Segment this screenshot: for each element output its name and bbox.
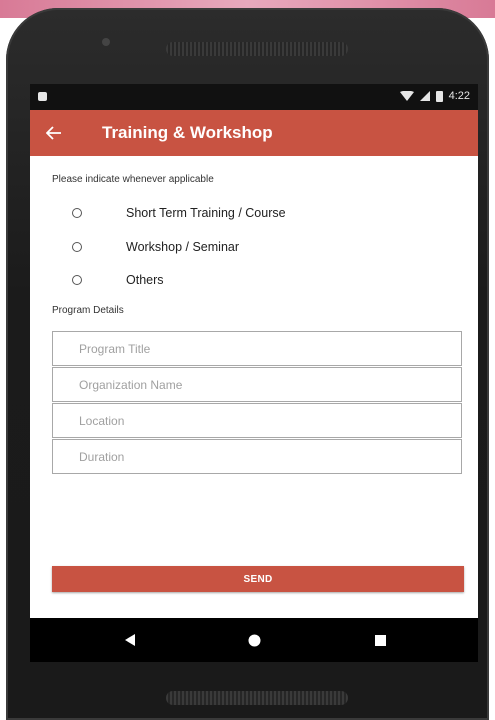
location-input[interactable] [53,404,461,437]
location-field[interactable] [52,403,462,438]
radio-circle-icon[interactable] [72,275,82,285]
organization-name-input[interactable] [53,368,461,401]
organization-name-field[interactable] [52,367,462,402]
app-bar: Training & Workshop [30,110,478,156]
recents-square-icon[interactable] [350,618,410,662]
back-triangle-icon[interactable] [100,618,160,662]
arrow-left-icon[interactable] [40,119,68,147]
option-label: Others [126,273,164,287]
program-title-input[interactable] [53,332,461,365]
status-bar: 4:22 [30,84,478,110]
wifi-icon [399,91,414,101]
signal-icon [419,91,430,101]
applicable-hint: Please indicate whenever applicable [52,174,214,185]
status-time: 4:22 [448,90,470,102]
notification-icon [38,92,47,101]
send-button[interactable]: SEND [52,566,464,592]
phone-frame: 4:22 Training & Workshop Please indicate… [6,8,489,720]
program-title-field[interactable] [52,331,462,366]
front-camera [102,38,110,46]
phone-screen: 4:22 Training & Workshop Please indicate… [30,84,478,662]
radio-circle-icon[interactable] [72,208,82,218]
battery-icon [435,90,443,102]
radio-circle-icon[interactable] [72,242,82,252]
option-label: Short Term Training / Course [126,206,286,220]
top-speaker [166,42,348,56]
status-icons: 4:22 [399,90,470,102]
form-content: Please indicate whenever applicable Shor… [30,156,478,618]
bottom-speaker [166,691,348,705]
option-label: Workshop / Seminar [126,240,240,254]
option-workshop-seminar[interactable]: Workshop / Seminar [72,240,239,254]
page-title: Training & Workshop [102,123,273,142]
program-details-label: Program Details [52,305,124,316]
duration-field[interactable] [52,439,462,474]
navigation-bar [30,618,478,662]
option-others[interactable]: Others [72,273,164,287]
option-short-term-training[interactable]: Short Term Training / Course [72,206,286,220]
home-circle-icon[interactable] [224,618,284,662]
duration-input[interactable] [53,440,461,473]
